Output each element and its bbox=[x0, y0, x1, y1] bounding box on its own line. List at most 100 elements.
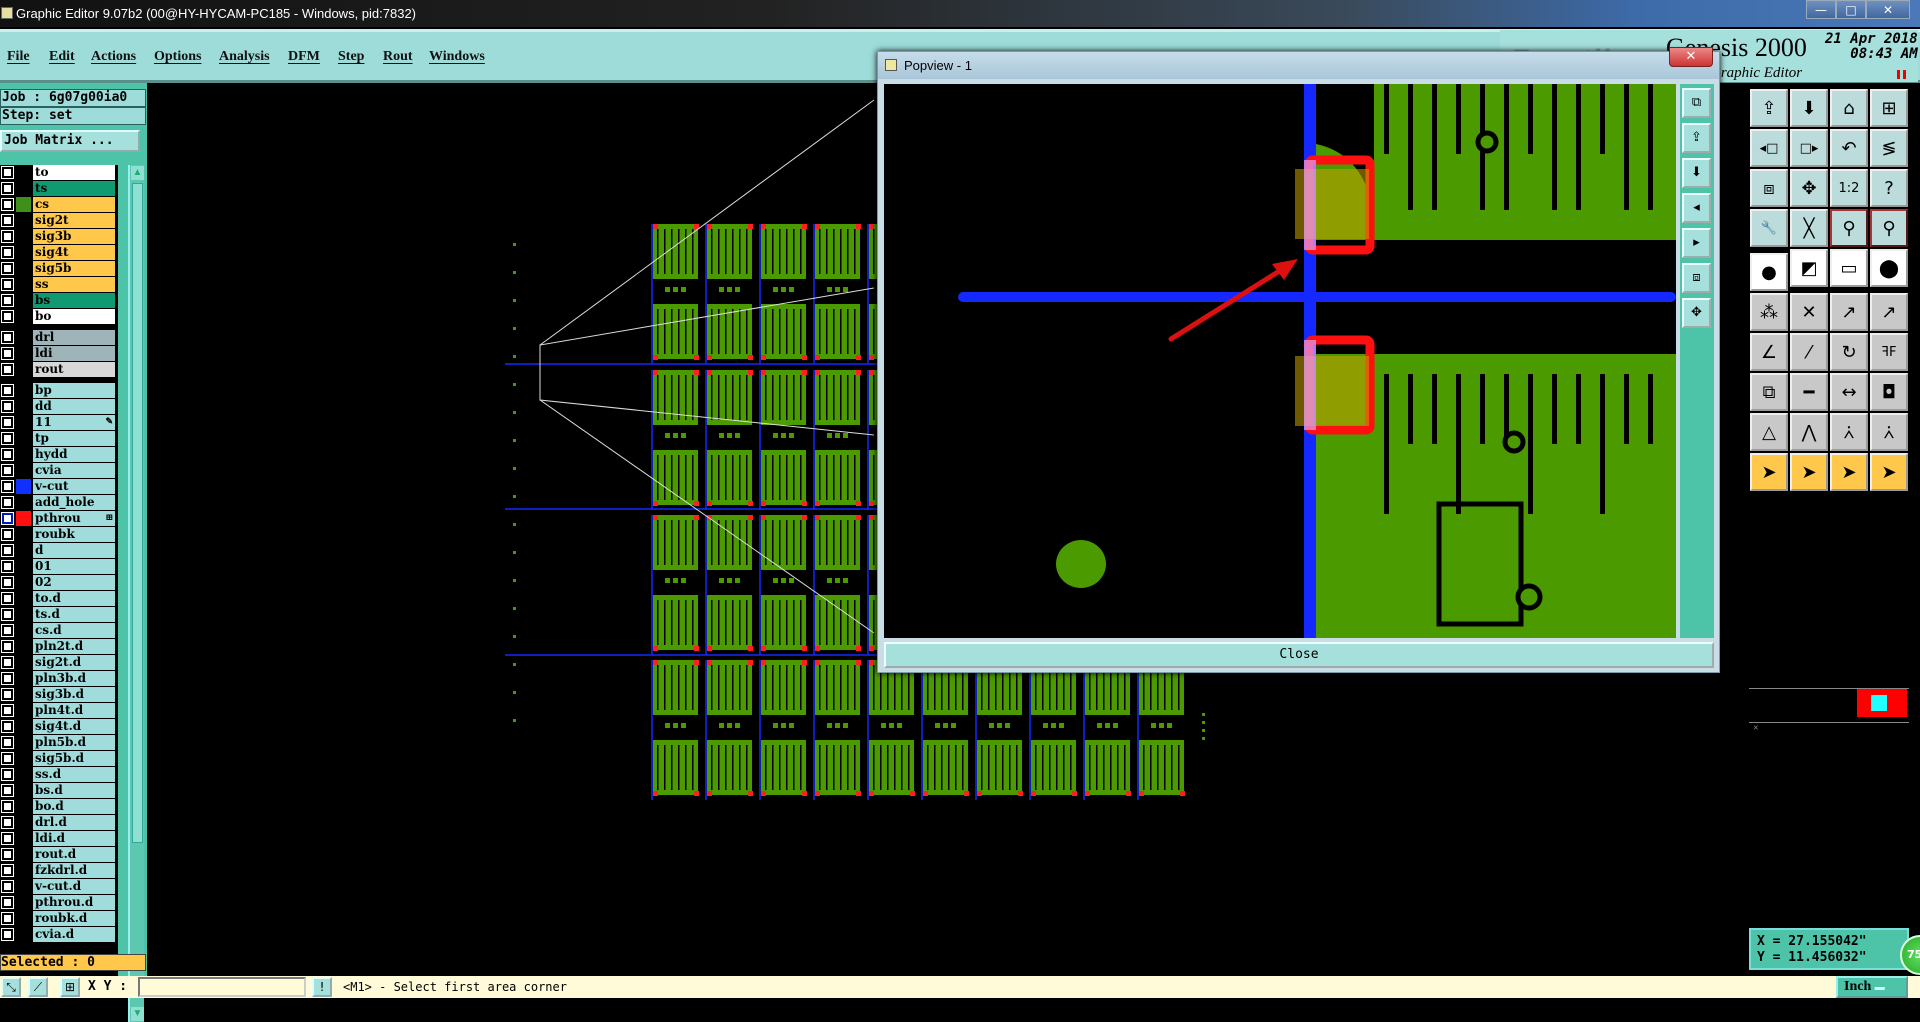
layer-checkbox[interactable] bbox=[1, 576, 14, 589]
layer-name[interactable]: sig5b bbox=[33, 261, 115, 276]
layer-checkbox[interactable] bbox=[1, 496, 14, 509]
layer-color-swatch[interactable] bbox=[16, 447, 31, 462]
layer-name[interactable]: sig3b bbox=[33, 229, 115, 244]
layer-row-02[interactable]: 02 bbox=[0, 575, 118, 590]
layer-color-swatch[interactable] bbox=[16, 623, 31, 638]
layer-name[interactable]: tp bbox=[33, 431, 115, 446]
popview-view-button-icon[interactable]: ⧉ bbox=[1682, 88, 1711, 118]
layer-name[interactable]: bs.d bbox=[33, 783, 115, 798]
layer-color-swatch[interactable] bbox=[16, 687, 31, 702]
measure-icon[interactable]: ⟋ bbox=[28, 977, 48, 997]
move-pad-icon[interactable]: ⧉ bbox=[1750, 373, 1788, 411]
cross-section-icon[interactable]: ╳ bbox=[1790, 209, 1828, 247]
layer-checkbox[interactable] bbox=[1, 480, 14, 493]
layer-row-sig2t.d[interactable]: sig2t.d bbox=[0, 655, 118, 670]
layer-row-ss.d[interactable]: ss.d bbox=[0, 767, 118, 782]
layer-row-bo[interactable]: bo bbox=[0, 309, 118, 324]
layer-checkbox[interactable] bbox=[1, 230, 14, 243]
close-window-button[interactable]: ✕ bbox=[1866, 0, 1910, 19]
layer-color-swatch[interactable] bbox=[16, 245, 31, 260]
layer-checkbox[interactable] bbox=[1, 848, 14, 861]
layer-row-tp[interactable]: tp bbox=[0, 431, 118, 446]
layer-checkbox[interactable] bbox=[1, 928, 14, 941]
layer-checkbox[interactable] bbox=[1, 246, 14, 259]
layer-name[interactable]: bo bbox=[33, 309, 115, 324]
layer-name[interactable]: sig4t.d bbox=[33, 719, 115, 734]
layer-color-swatch[interactable] bbox=[16, 655, 31, 670]
popview-view-button-icon[interactable]: ⇪ bbox=[1682, 123, 1711, 153]
layer-row-bp[interactable]: bp bbox=[0, 383, 118, 398]
layer-checkbox[interactable] bbox=[1, 464, 14, 477]
pointer-box-icon[interactable]: ➤ bbox=[1790, 453, 1828, 491]
layer-checkbox[interactable] bbox=[1, 560, 14, 573]
popview-view-button-icon[interactable]: ⧈ bbox=[1682, 263, 1711, 293]
layer-checkbox[interactable] bbox=[1, 896, 14, 909]
layer-color-swatch[interactable] bbox=[16, 639, 31, 654]
layer-checkbox[interactable] bbox=[1, 400, 14, 413]
layer-checkbox[interactable] bbox=[1, 736, 14, 749]
layer-checkbox[interactable] bbox=[1, 816, 14, 829]
layer-checkbox[interactable] bbox=[1, 182, 14, 195]
layer-color-swatch[interactable] bbox=[16, 767, 31, 782]
layer-color-swatch[interactable] bbox=[16, 543, 31, 558]
layer-row-d[interactable]: d bbox=[0, 543, 118, 558]
layer-checkbox[interactable] bbox=[1, 592, 14, 605]
layer-row-rout[interactable]: rout bbox=[0, 362, 118, 377]
layer-name[interactable]: cvia.d bbox=[33, 927, 115, 942]
layer-up-icon[interactable]: ⇪ bbox=[1750, 89, 1788, 127]
layer-name[interactable]: sig5b.d bbox=[33, 751, 115, 766]
layer-name[interactable]: ts.d bbox=[33, 607, 115, 622]
settings-palette-icon[interactable]: 🔧 bbox=[1750, 209, 1788, 247]
layer-color-swatch[interactable] bbox=[16, 559, 31, 574]
layer-row-pln5b.d[interactable]: pln5b.d bbox=[0, 735, 118, 750]
layer-color-swatch[interactable] bbox=[16, 735, 31, 750]
mirror-icon[interactable]: ꟻF bbox=[1870, 333, 1908, 371]
layer-name[interactable]: pthrou ⊞ bbox=[33, 511, 115, 526]
layer-color-swatch[interactable] bbox=[16, 591, 31, 606]
menu-dfm[interactable]: DFM bbox=[288, 49, 320, 65]
layer-row-01[interactable]: 01 bbox=[0, 559, 118, 574]
layer-color-swatch[interactable] bbox=[16, 362, 31, 377]
layer-row-sig5b[interactable]: sig5b bbox=[0, 261, 118, 276]
maximize-button[interactable]: □ bbox=[1836, 0, 1866, 19]
layer-name[interactable]: 01 bbox=[33, 559, 115, 574]
layer-row-11[interactable]: 11 ✎ bbox=[0, 415, 118, 430]
layer-checkbox[interactable] bbox=[1, 832, 14, 845]
layer-name[interactable]: 02 bbox=[33, 575, 115, 590]
layer-name[interactable]: sig4t bbox=[33, 245, 115, 260]
line-angle-icon[interactable]: ∠ bbox=[1750, 333, 1788, 371]
shapes-icon[interactable]: ◘ bbox=[1870, 373, 1908, 411]
popview-view-button-icon[interactable]: ⬇ bbox=[1682, 158, 1711, 188]
layer-row-ss[interactable]: ss bbox=[0, 277, 118, 292]
layer-color-swatch[interactable] bbox=[16, 863, 31, 878]
layer-color-swatch[interactable] bbox=[16, 181, 31, 196]
layer-name[interactable]: to bbox=[33, 165, 115, 180]
layer-checkbox[interactable] bbox=[1, 448, 14, 461]
layer-color-swatch[interactable] bbox=[16, 213, 31, 228]
home-icon[interactable]: ⌂ bbox=[1830, 89, 1868, 127]
layer-row-v-cut.d[interactable]: v-cut.d bbox=[0, 879, 118, 894]
layer-row-sig3b.d[interactable]: sig3b.d bbox=[0, 687, 118, 702]
layer-name[interactable]: d bbox=[33, 543, 115, 558]
layer-row-add_hole[interactable]: add_hole bbox=[0, 495, 118, 510]
undo-view-icon[interactable]: ↶ bbox=[1830, 129, 1868, 167]
layer-row-fzkdrl.d[interactable]: fzkdrl.d bbox=[0, 863, 118, 878]
layer-name[interactable]: bp bbox=[33, 383, 115, 398]
layer-row-bs.d[interactable]: bs.d bbox=[0, 783, 118, 798]
layer-color-swatch[interactable] bbox=[16, 751, 31, 766]
menu-edit[interactable]: Edit bbox=[49, 49, 75, 65]
layer-checkbox[interactable] bbox=[1, 262, 14, 275]
layer-checkbox[interactable] bbox=[1, 688, 14, 701]
pointer-octagon-icon[interactable]: ➤ bbox=[1830, 453, 1868, 491]
menu-rout[interactable]: Rout bbox=[383, 49, 413, 65]
layer-color-swatch[interactable] bbox=[16, 431, 31, 446]
layer-color-swatch[interactable] bbox=[16, 895, 31, 910]
layer-scrollbar[interactable]: ▲ ▼ bbox=[128, 165, 144, 1022]
layer-row-roubk[interactable]: roubk bbox=[0, 527, 118, 542]
help-icon[interactable]: ? bbox=[1870, 169, 1908, 207]
layer-row-sig2t[interactable]: sig2t bbox=[0, 213, 118, 228]
layer-checkbox[interactable] bbox=[1, 363, 14, 376]
grid-xy-icon[interactable]: ⊞ bbox=[1870, 89, 1908, 127]
layer-color-swatch[interactable] bbox=[16, 309, 31, 324]
layer-name[interactable]: sig2t bbox=[33, 213, 115, 228]
